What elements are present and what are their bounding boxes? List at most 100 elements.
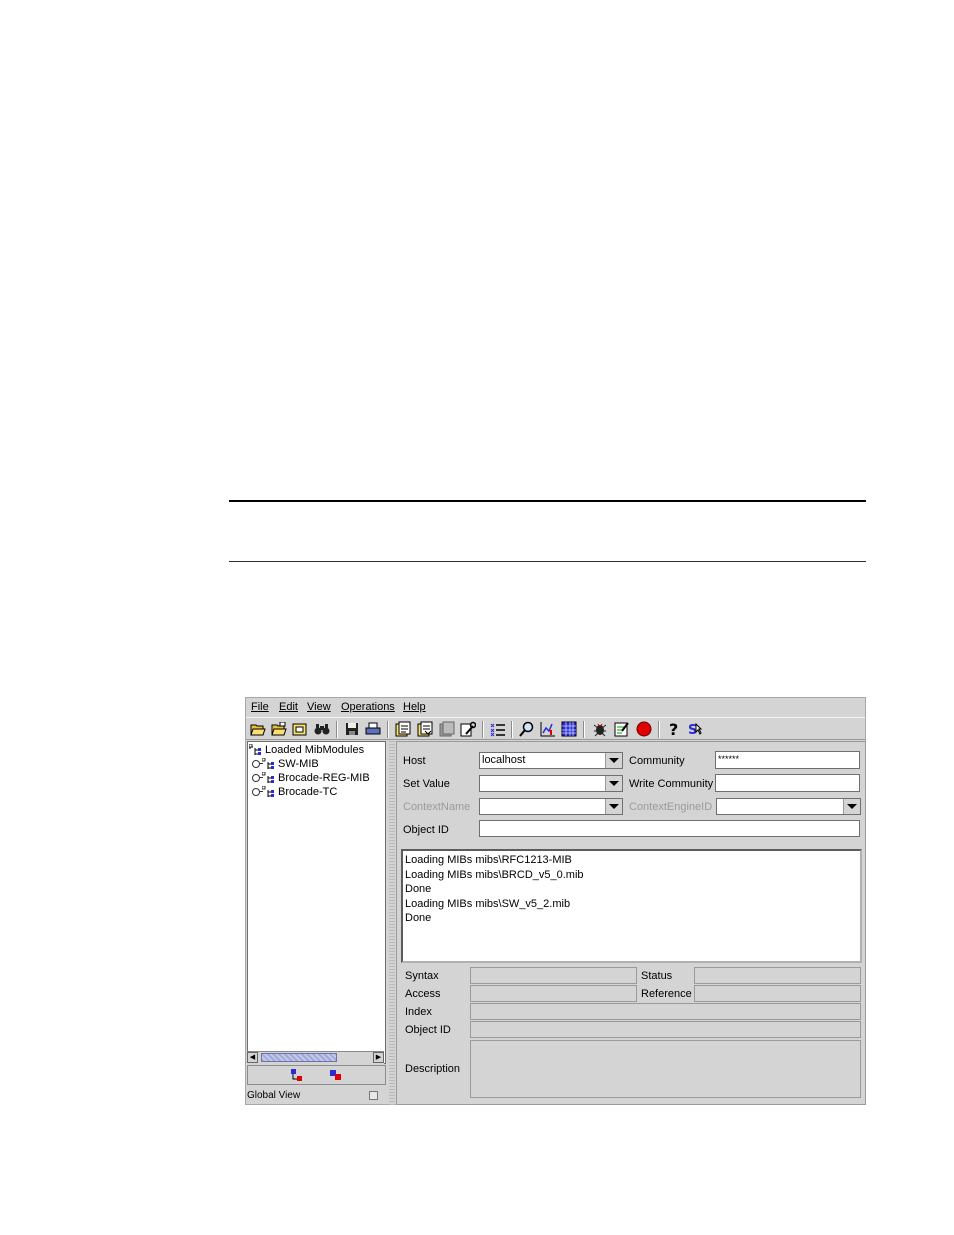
tree-root[interactable]: Loaded MibModules	[249, 743, 364, 757]
global-view-label: Global View	[247, 1090, 301, 1101]
scroll-right-icon[interactable]: ▶	[373, 1052, 384, 1063]
tree-folder-icon	[249, 744, 261, 755]
split-pane-divider[interactable]	[389, 741, 395, 1105]
tree-item-brocade-tc[interactable]: Brocade-TC	[252, 785, 337, 799]
menu-view[interactable]: View	[307, 701, 331, 713]
set-value-dropdown-icon[interactable]	[605, 776, 622, 791]
open-mib-icon[interactable]	[271, 721, 287, 737]
graph-search-icon[interactable]	[519, 721, 535, 737]
reference-value	[694, 985, 861, 1002]
context-name-combo[interactable]	[479, 798, 623, 815]
help-question-icon[interactable]: ?	[666, 721, 682, 737]
tree-module-icon	[262, 772, 274, 783]
access-value	[470, 985, 637, 1002]
host-combo[interactable]: localhost	[479, 752, 623, 769]
mib-browser-window: File Edit View Operations Help ? S Loade…	[245, 697, 866, 1105]
edit-settings-icon[interactable]	[614, 721, 630, 737]
access-label: Access	[405, 988, 441, 1000]
log-line: Loading MIBs mibs\BRCD_v5_0.mib	[405, 868, 584, 881]
set-wrench-icon[interactable]	[460, 721, 476, 737]
index-label: Index	[405, 1006, 432, 1018]
syntax-value	[470, 967, 637, 984]
description-value	[470, 1040, 861, 1098]
menu-file[interactable]: File	[251, 701, 269, 713]
table-view-icon[interactable]	[561, 721, 577, 737]
context-engine-label: ContextEngineID	[629, 801, 713, 813]
toolbar-separator	[583, 721, 585, 738]
log-line: Loading MIBs mibs\SW_v5_2.mib	[405, 897, 571, 910]
tree-module-icon	[262, 786, 274, 797]
write-community-field[interactable]	[715, 774, 860, 792]
context-engine-dropdown-icon[interactable]	[843, 799, 860, 814]
object-id-label: Object ID	[403, 824, 449, 836]
context-name-dropdown-icon[interactable]	[605, 799, 622, 814]
context-engine-combo[interactable]	[716, 798, 861, 815]
tree-root-label: Loaded MibModules	[265, 744, 365, 756]
host-value: localhost	[482, 754, 526, 766]
object-id-field[interactable]	[479, 820, 860, 837]
mib-tree[interactable]: Loaded MibModules SW-MIB Brocade-REG-MIB…	[247, 741, 386, 1064]
section-rule-bottom	[229, 561, 866, 562]
expand-handle-icon[interactable]	[252, 760, 263, 768]
tree-item-sw-mib[interactable]: SW-MIB	[252, 757, 319, 771]
load-mib-icon[interactable]	[292, 721, 308, 737]
trap-bug-icon[interactable]	[592, 721, 608, 737]
detail-object-id-value	[470, 1021, 861, 1038]
get-bulk-icon[interactable]	[439, 721, 455, 737]
context-name-label: ContextName	[403, 801, 471, 813]
scroll-thumb[interactable]	[261, 1053, 337, 1062]
open-folder-icon[interactable]	[250, 721, 266, 737]
expand-handle-icon[interactable]	[252, 788, 263, 796]
results-log[interactable]: Loading MIBs mibs\RFC1213-MIB Loading MI…	[401, 849, 862, 963]
scroll-left-icon[interactable]: ◀	[247, 1052, 258, 1063]
set-value-label: Set Value	[403, 778, 450, 790]
tree-expand-icon[interactable]	[290, 1068, 304, 1085]
tree-item-brocade-reg-mib[interactable]: Brocade-REG-MIB	[252, 771, 370, 785]
context-help-icon[interactable]: S	[687, 721, 703, 737]
reference-label: Reference	[641, 988, 692, 1000]
menubar: File Edit View Operations Help	[246, 698, 865, 717]
write-community-label: Write Community	[629, 778, 714, 790]
status-label: Status	[641, 970, 673, 982]
line-graph-icon[interactable]	[540, 721, 556, 737]
set-value-combo[interactable]	[479, 775, 623, 792]
toolbar-separator	[482, 721, 484, 738]
log-line: Loading MIBs mibs\RFC1213-MIB	[405, 854, 572, 866]
community-label: Community	[629, 755, 685, 767]
get-icon[interactable]	[395, 721, 411, 737]
tree-module-icon	[262, 758, 274, 769]
menu-help[interactable]: Help	[403, 701, 426, 713]
svg-text:?: ?	[669, 721, 678, 737]
menu-edit[interactable]: Edit	[279, 701, 298, 713]
toolbar-separator	[511, 721, 513, 738]
tree-item-label: Brocade-REG-MIB	[278, 772, 370, 784]
expand-handle-icon[interactable]	[252, 774, 263, 782]
tree-item-label: Brocade-TC	[278, 786, 338, 798]
multi-var-icon[interactable]	[490, 721, 506, 737]
view-toggle-panel	[247, 1065, 386, 1085]
toolbar: ? S	[246, 717, 865, 740]
global-view-checkbox[interactable]	[369, 1091, 378, 1100]
get-next-icon[interactable]	[417, 721, 433, 737]
right-panel: Host localhost Community ****** Set Valu…	[396, 741, 866, 1105]
tree-horizontal-scrollbar[interactable]: ◀ ▶	[247, 1051, 384, 1064]
toolbar-separator	[387, 721, 389, 738]
find-binoculars-icon[interactable]	[314, 721, 330, 737]
toolbar-separator	[336, 721, 338, 738]
stop-icon[interactable]	[636, 721, 652, 737]
description-label: Description	[405, 1063, 461, 1075]
status-value	[694, 967, 861, 984]
menu-operations[interactable]: Operations	[341, 701, 395, 713]
save-disk-icon[interactable]	[344, 721, 360, 737]
tree-item-label: SW-MIB	[278, 758, 319, 770]
tree-collapse-icon[interactable]	[329, 1068, 343, 1085]
print-icon[interactable]	[365, 721, 381, 737]
index-value	[470, 1003, 861, 1020]
log-line: Done	[405, 883, 432, 896]
host-dropdown-icon[interactable]	[605, 753, 622, 768]
host-label: Host	[403, 755, 426, 767]
section-rule-top	[229, 500, 866, 502]
detail-object-id-label: Object ID	[405, 1024, 451, 1036]
community-field[interactable]: ******	[715, 751, 860, 769]
toolbar-separator	[658, 721, 660, 738]
